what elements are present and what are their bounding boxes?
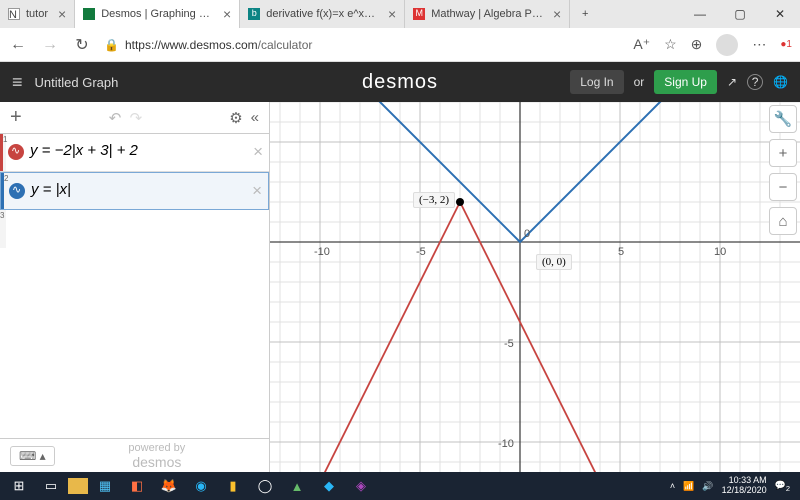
- origin-tick: 0: [524, 228, 530, 240]
- zoom-in-button[interactable]: +: [769, 139, 797, 167]
- site-icon: M: [413, 8, 425, 20]
- hamburger-icon[interactable]: ≡: [12, 72, 23, 93]
- task-view-icon[interactable]: ▭: [36, 474, 66, 498]
- point-label: (−3, 2): [413, 192, 455, 208]
- sidebar-footer: ⌨ ▴ powered bydesmos: [0, 438, 269, 472]
- row-index: 3: [0, 210, 6, 248]
- back-button[interactable]: ←: [8, 36, 28, 54]
- share-icon[interactable]: ↗: [727, 75, 737, 89]
- notifications-icon[interactable]: 💬2: [775, 480, 790, 493]
- app-icon[interactable]: ◈: [346, 474, 376, 498]
- close-icon[interactable]: ×: [223, 6, 231, 22]
- redo-button[interactable]: ↷: [130, 110, 143, 127]
- graph-canvas[interactable]: (−3, 2) (0, 0) -10 -5 5 10 -5 -10 0: [270, 102, 800, 472]
- site-icon: b: [248, 8, 260, 20]
- tab-bing[interactable]: bderivative f(x)=x e^x - Bing×: [240, 0, 405, 28]
- start-button[interactable]: ⊞: [4, 474, 34, 498]
- home-button[interactable]: ⌂: [769, 207, 797, 235]
- lock-icon: 🔒: [104, 38, 119, 52]
- url-field[interactable]: 🔒 https://www.desmos.com/calculator: [104, 38, 621, 52]
- axis-tick: -10: [498, 438, 514, 450]
- undo-button[interactable]: ↶: [109, 110, 122, 127]
- app-icon[interactable]: ◧: [122, 474, 152, 498]
- expression-panel: + ↶ ↷ ⚙ « 1 y = −2|x + 3| + 2 × 2 y = |x|…: [0, 102, 270, 472]
- reader-icon[interactable]: A⁺: [633, 36, 650, 53]
- axis-tick: -5: [504, 338, 514, 350]
- close-window-button[interactable]: ✕: [760, 0, 800, 28]
- close-icon[interactable]: ×: [553, 6, 561, 22]
- expression-toolbar: + ↶ ↷ ⚙ «: [0, 102, 269, 134]
- row-index: 2: [1, 173, 7, 209]
- graph-tools: 🔧 + − ⌂: [766, 102, 800, 238]
- new-tab-button[interactable]: +: [570, 0, 600, 28]
- keyboard-button[interactable]: ⌨ ▴: [10, 446, 55, 466]
- favorite-icon[interactable]: ☆: [664, 36, 677, 53]
- or-text: or: [634, 75, 645, 89]
- refresh-button[interactable]: ↻: [72, 35, 92, 55]
- graph-title[interactable]: Untitled Graph: [35, 75, 119, 90]
- brand-text: desmos: [132, 454, 181, 470]
- notification-badge[interactable]: ●1: [780, 39, 792, 50]
- plot-color-icon[interactable]: [9, 183, 25, 199]
- tray-chevron-icon[interactable]: ˄: [670, 481, 675, 491]
- tab-mathway[interactable]: MMathway | Algebra Problem S×: [405, 0, 570, 28]
- axis-tick: 5: [618, 246, 624, 258]
- chrome-icon[interactable]: ◯: [250, 474, 280, 498]
- windows-taskbar: ⊞ ▭ ▦ ◧ 🦊 ◉ ▮ ◯ ▲ ◆ ◈ ˄ 📶 🔊 10:33 AM12/1…: [0, 472, 800, 500]
- point-label: (0, 0): [536, 254, 572, 270]
- expression-row-1[interactable]: 1 y = −2|x + 3| + 2 ×: [0, 134, 269, 172]
- tab-desmos[interactable]: Desmos | Graphing Calculator×: [75, 0, 240, 28]
- tab-tutor[interactable]: Ntutor×: [0, 0, 75, 28]
- explorer-icon[interactable]: [68, 478, 88, 494]
- address-bar: ← → ↻ 🔒 https://www.desmos.com/calculato…: [0, 28, 800, 62]
- delete-icon[interactable]: ×: [253, 142, 263, 162]
- settings-icon[interactable]: ⚙: [229, 109, 242, 127]
- expression-row-3[interactable]: 3: [0, 210, 269, 248]
- collections-icon[interactable]: ⊕: [691, 36, 703, 53]
- row-index: 1: [0, 134, 6, 171]
- app-header: ≡ Untitled Graph desmos Log In or Sign U…: [0, 62, 800, 102]
- app-icon[interactable]: ▲: [282, 474, 312, 498]
- zoom-out-button[interactable]: −: [769, 173, 797, 201]
- app-icon[interactable]: ▦: [90, 474, 120, 498]
- site-icon: [83, 8, 95, 20]
- app-icon[interactable]: ◆: [314, 474, 344, 498]
- menu-icon[interactable]: ⋯: [752, 36, 766, 53]
- plot-color-icon[interactable]: [8, 144, 24, 160]
- maximize-button[interactable]: ▢: [720, 0, 760, 28]
- desmos-logo: desmos: [362, 71, 438, 94]
- powered-text: powered by: [128, 442, 185, 454]
- browser-tabs: Ntutor× Desmos | Graphing Calculator× bd…: [0, 0, 800, 28]
- delete-icon[interactable]: ×: [252, 181, 262, 201]
- close-icon[interactable]: ×: [388, 6, 396, 22]
- wifi-icon[interactable]: 📶: [683, 481, 694, 492]
- vertex-point[interactable]: [456, 198, 464, 206]
- minimize-button[interactable]: —: [680, 0, 720, 28]
- axis-tick: -5: [416, 246, 426, 258]
- clock[interactable]: 10:33 AM12/18/2020: [722, 476, 767, 496]
- axis-tick: 10: [714, 246, 726, 258]
- close-icon[interactable]: ×: [58, 6, 66, 22]
- edge-icon[interactable]: ◉: [186, 474, 216, 498]
- firefox-icon[interactable]: 🦊: [154, 474, 184, 498]
- login-button[interactable]: Log In: [570, 70, 623, 94]
- volume-icon[interactable]: 🔊: [702, 481, 713, 492]
- language-icon[interactable]: 🌐: [773, 75, 788, 89]
- axis-tick: -10: [314, 246, 330, 258]
- expression-text[interactable]: y = −2|x + 3| + 2: [30, 142, 138, 159]
- profile-avatar[interactable]: [716, 34, 738, 56]
- site-icon: N: [8, 8, 20, 20]
- signup-button[interactable]: Sign Up: [654, 70, 717, 94]
- wrench-icon[interactable]: 🔧: [769, 105, 797, 133]
- collapse-icon[interactable]: «: [251, 109, 259, 127]
- app-icon[interactable]: ▮: [218, 474, 248, 498]
- help-icon[interactable]: ?: [747, 74, 763, 90]
- forward-button[interactable]: →: [40, 36, 60, 54]
- expression-text[interactable]: y = |x|: [31, 181, 71, 198]
- expression-row-2[interactable]: 2 y = |x| ×: [0, 172, 269, 210]
- add-expression-button[interactable]: +: [10, 106, 22, 129]
